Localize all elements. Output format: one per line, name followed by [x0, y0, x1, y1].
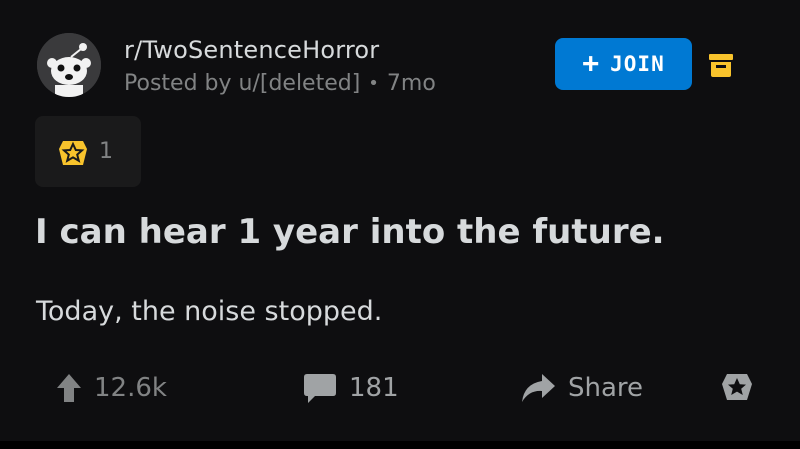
posted-by[interactable]: Posted by u/[deleted] [124, 71, 360, 96]
share-button[interactable]: Share [520, 364, 643, 412]
comment-bubble-icon [304, 374, 336, 403]
subreddit-avatar[interactable] [37, 33, 101, 97]
share-arrow-icon [522, 374, 555, 402]
post-card: r/TwoSentenceHorror Posted by u/[deleted… [0, 0, 800, 449]
comments-button[interactable]: 181 [303, 364, 399, 412]
give-award-button[interactable] [720, 370, 754, 404]
separator-dot: • [368, 73, 379, 94]
post-title[interactable]: I can hear 1 year into the future. [35, 212, 665, 252]
join-label: JOIN [610, 52, 665, 76]
plus-icon: + [582, 46, 601, 79]
award-count: 1 [99, 139, 113, 164]
post-age: 7mo [386, 71, 436, 96]
upvote-arrow-icon [57, 374, 81, 402]
upvote-button[interactable]: 12.6k [56, 364, 167, 412]
upvote-count: 12.6k [94, 373, 167, 403]
give-award-icon [722, 374, 752, 400]
join-button[interactable]: + JOIN [555, 38, 692, 90]
awards-summary[interactable]: 1 [35, 116, 141, 187]
subreddit-name[interactable]: r/TwoSentenceHorror [124, 36, 379, 64]
snoo-icon [37, 33, 101, 97]
comment-count: 181 [349, 373, 399, 403]
post-meta: Posted by u/[deleted] • 7mo [124, 71, 436, 96]
post-body: Today, the noise stopped. [36, 296, 383, 327]
award-icon [59, 140, 87, 165]
archive-icon[interactable] [707, 51, 735, 79]
share-label: Share [568, 373, 644, 403]
